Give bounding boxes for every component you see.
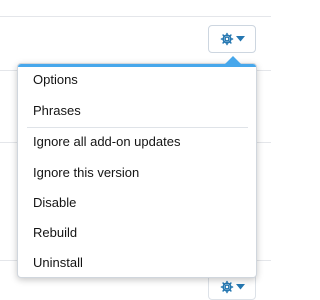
menu-item-options[interactable]: Options [18, 65, 256, 95]
menu-item-uninstall[interactable]: Uninstall [18, 248, 256, 278]
row-divider [0, 16, 271, 17]
addon-actions-menu: Options Phrases Ignore all add-on update… [17, 63, 257, 278]
menu-item-ignore-this-version[interactable]: Ignore this version [18, 158, 256, 188]
menu-item-phrases[interactable]: Phrases [18, 96, 256, 126]
caret-down-icon [235, 284, 245, 290]
addon-actions-button[interactable] [208, 25, 256, 53]
menu-item-disable[interactable]: Disable [18, 188, 256, 218]
menu-pointer [225, 56, 241, 64]
caret-down-icon [235, 36, 245, 42]
gear-icon [220, 32, 234, 46]
menu-item-rebuild[interactable]: Rebuild [18, 218, 256, 248]
gear-icon [220, 280, 234, 294]
menu-item-ignore-all-updates[interactable]: Ignore all add-on updates [18, 127, 256, 157]
